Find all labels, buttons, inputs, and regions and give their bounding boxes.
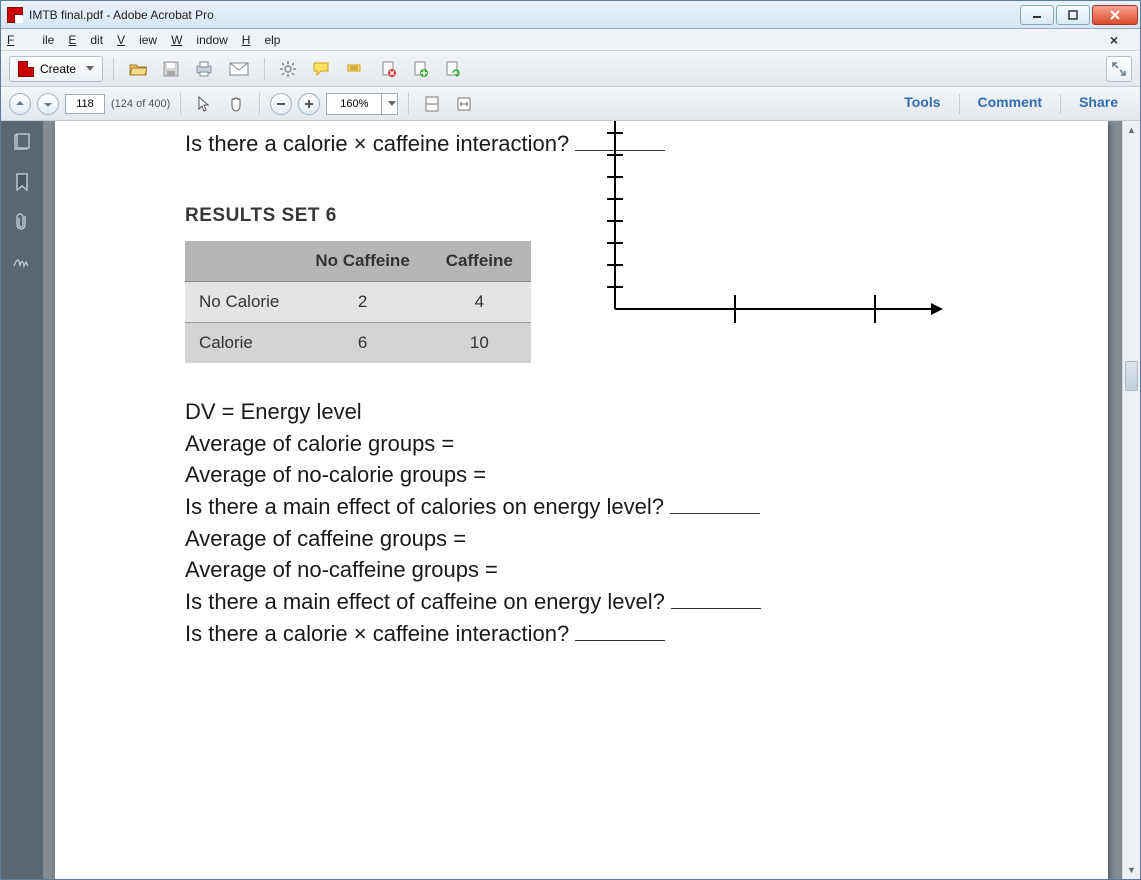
expand-button[interactable] — [1106, 56, 1132, 82]
table-row: Calorie 6 10 — [185, 323, 531, 364]
vertical-scrollbar[interactable]: ▲ ▼ — [1122, 121, 1140, 879]
fit-width-button[interactable] — [451, 91, 477, 117]
zoom-combo[interactable]: 160% — [326, 93, 398, 115]
cell-r1-c1: 2 — [297, 282, 427, 323]
select-tool-button[interactable] — [191, 91, 217, 117]
dropdown-caret-icon — [86, 66, 94, 71]
thumbnails-icon[interactable] — [11, 131, 33, 153]
tools-panel-link[interactable]: Tools — [904, 94, 940, 114]
line-q-interaction: Is there a calorie × caffeine interactio… — [185, 619, 1048, 649]
zoom-out-button[interactable] — [270, 93, 292, 115]
line-avg-nocal: Average of no-calorie groups = — [185, 460, 1048, 490]
scroll-thumb[interactable] — [1125, 361, 1138, 391]
line-q-cal: Is there a main effect of calories on en… — [185, 492, 1048, 522]
save-button[interactable] — [158, 56, 184, 82]
cell-r2-c2: 10 — [428, 323, 531, 364]
gear-button[interactable] — [275, 56, 301, 82]
pdf-page: Is there a calorie × caffeine interactio… — [55, 121, 1108, 879]
email-button[interactable] — [224, 56, 254, 82]
zoom-value: 160% — [327, 94, 381, 114]
menu-window[interactable]: Window — [171, 33, 228, 47]
comment-panel-link[interactable]: Comment — [978, 94, 1043, 114]
next-page-button[interactable] — [37, 93, 59, 115]
close-doc-button[interactable]: × — [1110, 32, 1118, 48]
page-number-input[interactable] — [65, 94, 105, 114]
line-avg-cal: Average of calorie groups = — [185, 429, 1048, 459]
th-caffeine: Caffeine — [428, 241, 531, 282]
minimize-button[interactable] — [1020, 5, 1054, 25]
window-title: IMTB final.pdf - Adobe Acrobat Pro — [29, 8, 214, 22]
menu-file[interactable]: File — [7, 33, 54, 47]
menu-view[interactable]: View — [117, 33, 157, 47]
cell-r1-label: No Calorie — [185, 282, 297, 323]
line-avg-nocaf: Average of no-caffeine groups = — [185, 555, 1048, 585]
section-title: RESULTS SET 6 — [185, 205, 531, 227]
stamp-delete-button[interactable] — [375, 56, 401, 82]
share-panel-link[interactable]: Share — [1079, 94, 1118, 114]
page-count-label: (124 of 400) — [111, 98, 170, 110]
results-table: No Caffeine Caffeine No Calorie 2 4 — [185, 241, 531, 363]
menu-help[interactable]: Help — [242, 33, 281, 47]
highlight-button[interactable] — [341, 56, 369, 82]
scroll-up-icon[interactable]: ▲ — [1123, 121, 1140, 139]
cell-r2-label: Calorie — [185, 323, 297, 364]
create-label: Create — [40, 62, 76, 76]
close-button[interactable] — [1092, 5, 1138, 25]
acrobat-logo-icon — [7, 7, 23, 23]
toolbar-primary: Create — [1, 51, 1140, 87]
hand-tool-button[interactable] — [223, 91, 249, 117]
toolbar-secondary: (124 of 400) 160% Tools Comment Share — [1, 87, 1140, 121]
table-header-row: No Caffeine Caffeine — [185, 241, 531, 282]
open-button[interactable] — [124, 56, 152, 82]
stamp-add-button[interactable] — [407, 56, 433, 82]
menu-edit[interactable]: Edit — [68, 33, 103, 47]
print-button[interactable] — [190, 56, 218, 82]
bookmark-icon[interactable] — [11, 171, 33, 193]
maximize-button[interactable] — [1056, 5, 1090, 25]
attachment-icon[interactable] — [11, 211, 33, 233]
cell-r2-c1: 6 — [297, 323, 427, 364]
panel-links: Tools Comment Share — [904, 94, 1132, 114]
titlebar: IMTB final.pdf - Adobe Acrobat Pro — [1, 1, 1140, 29]
cell-r1-c2: 4 — [428, 282, 531, 323]
menubar: File Edit View Window Help × — [1, 29, 1140, 51]
comment-bubble-button[interactable] — [307, 56, 335, 82]
prev-page-button[interactable] — [9, 93, 31, 115]
line-avg-caf: Average of caffeine groups = — [185, 524, 1048, 554]
th-no-caffeine: No Caffeine — [297, 241, 427, 282]
blank-axes-chart — [555, 121, 955, 339]
create-button[interactable]: Create — [9, 56, 103, 82]
line-q-caf: Is there a main effect of caffeine on en… — [185, 587, 1048, 617]
th-blank — [185, 241, 297, 282]
zoom-in-button[interactable] — [298, 93, 320, 115]
nav-panel — [1, 121, 43, 879]
table-row: No Calorie 2 4 — [185, 282, 531, 323]
scroll-down-icon[interactable]: ▼ — [1123, 861, 1140, 879]
stamp-refresh-button[interactable] — [439, 56, 465, 82]
fit-page-button[interactable] — [419, 91, 445, 117]
pdf-icon — [18, 61, 34, 77]
document-viewport[interactable]: Is there a calorie × caffeine interactio… — [43, 121, 1140, 879]
line-dv: DV = Energy level — [185, 397, 1048, 427]
signature-icon[interactable] — [11, 251, 33, 273]
zoom-caret-icon — [388, 101, 396, 106]
